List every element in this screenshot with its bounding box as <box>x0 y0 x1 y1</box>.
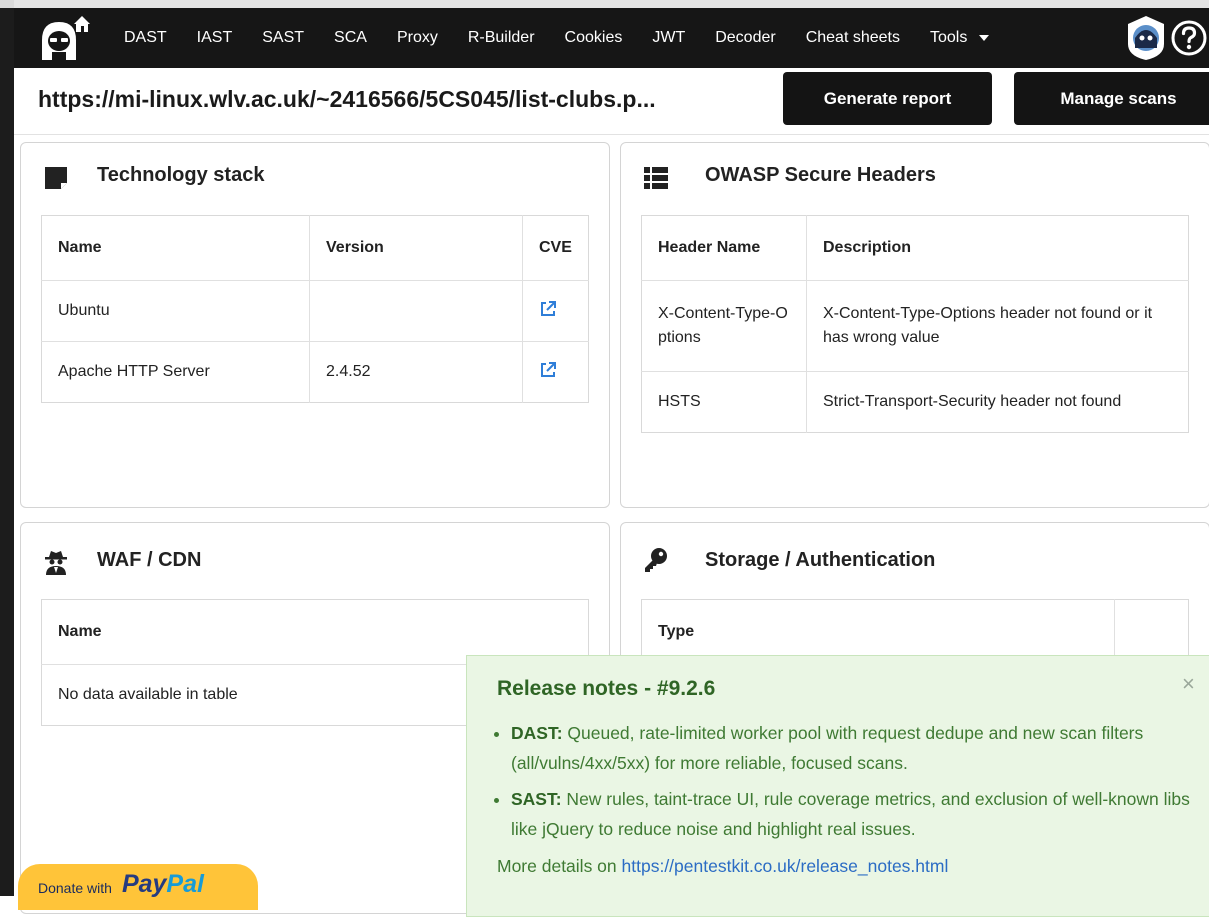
release-notes-list: DAST: Queued, rate-limited worker pool w… <box>497 718 1191 850</box>
close-icon[interactable]: × <box>1182 671 1195 697</box>
cell-cve <box>522 341 589 403</box>
nav-item-tools[interactable]: Tools <box>929 29 990 47</box>
spy-icon <box>45 551 67 575</box>
owasp-secure-headers-card: OWASP Secure Headers Header Name Descrip… <box>620 142 1209 508</box>
cell-name: Ubuntu <box>41 280 310 342</box>
release-more-details: More details on https://pentestkit.co.uk… <box>497 856 948 877</box>
nav-item-r-builder[interactable]: R-Builder <box>468 29 535 47</box>
storage-title: Storage / Authentication <box>705 549 936 571</box>
cell-header-name: X-Content-Type-Options <box>641 280 807 372</box>
column-header-header-name[interactable]: Header Name <box>641 215 807 281</box>
owasp-headers-table: Header Name Description X-Content-Type-O… <box>641 215 1189 433</box>
help-circle-icon[interactable] <box>1170 19 1208 57</box>
paypal-logo-part1: Pay <box>121 870 167 898</box>
generate-report-button[interactable]: Generate report <box>783 72 992 125</box>
top-strip <box>14 0 1209 8</box>
release-notes-title: Release notes - #9.2.6 <box>497 677 716 700</box>
key-icon <box>645 548 667 572</box>
cell-name: Apache HTTP Server <box>41 341 310 403</box>
release-item-text: Queued, rate-limited worker pool with re… <box>511 723 1144 773</box>
nav-item-proxy[interactable]: Proxy <box>397 29 438 47</box>
manage-scans-button[interactable]: Manage scans <box>1014 72 1209 125</box>
list-item: SAST: New rules, taint-trace UI, rule co… <box>511 784 1191 844</box>
table-row: Ubuntu <box>41 280 589 342</box>
sticky-note-icon <box>45 167 67 189</box>
list-item: DAST: Queued, rate-limited worker pool w… <box>511 718 1191 778</box>
more-details-prefix: More details on <box>497 856 622 876</box>
release-item-label: SAST: <box>511 789 562 809</box>
cell-version <box>309 280 523 342</box>
table-row: Apache HTTP Server 2.4.52 <box>41 341 589 403</box>
paypal-donate-button[interactable]: Donate with PayPal <box>18 864 258 910</box>
technology-stack-title: Technology stack <box>97 164 265 186</box>
column-header-version[interactable]: Version <box>309 215 523 281</box>
external-link-icon[interactable] <box>539 300 557 318</box>
release-notes-toast: Release notes - #9.2.6 × DAST: Queued, r… <box>466 655 1209 917</box>
nav-item-sast[interactable]: SAST <box>262 29 304 47</box>
owasp-title: OWASP Secure Headers <box>705 164 936 186</box>
scan-url-bar: https://mi-linux.wlv.ac.uk/~2416566/5CS0… <box>14 68 1209 135</box>
cell-header-name: HSTS <box>641 371 807 433</box>
table-row: HSTS Strict-Transport-Security header no… <box>641 371 1189 433</box>
nav-item-cheat-sheets[interactable]: Cheat sheets <box>806 29 900 47</box>
hacker-home-logo-icon[interactable] <box>34 14 94 62</box>
cell-description: Strict-Transport-Security header not fou… <box>806 371 1189 433</box>
release-item-label: DAST: <box>511 723 563 743</box>
external-link-icon[interactable] <box>539 361 557 379</box>
release-item-text: New rules, taint-trace UI, rule coverage… <box>511 789 1190 839</box>
nav-menu: DAST IAST SAST SCA Proxy R-Builder Cooki… <box>124 8 1019 68</box>
column-header-description[interactable]: Description <box>807 216 1189 281</box>
nav-item-jwt[interactable]: JWT <box>652 29 685 47</box>
hacker-mascot-icon[interactable] <box>1124 14 1168 62</box>
nav-item-cookies[interactable]: Cookies <box>565 29 623 47</box>
paypal-logo: PayPal <box>122 870 204 899</box>
table-header-row: Name Version CVE <box>41 215 589 281</box>
cell-description: X-Content-Type-Options header not found … <box>806 280 1189 372</box>
nav-item-dast[interactable]: DAST <box>124 29 167 47</box>
technology-stack-table: Name Version CVE Ubuntu Apache HTTP Serv… <box>41 215 589 403</box>
technology-stack-card: Technology stack Name Version CVE Ubuntu… <box>20 142 610 508</box>
column-header-cve[interactable]: CVE <box>523 216 589 281</box>
waf-cdn-title: WAF / CDN <box>97 549 202 571</box>
caret-down-icon <box>979 34 990 41</box>
cell-version: 2.4.52 <box>309 341 523 403</box>
table-header-row: Header Name Description <box>641 215 1189 281</box>
release-notes-link[interactable]: https://pentestkit.co.uk/release_notes.h… <box>622 856 949 876</box>
nav-item-decoder[interactable]: Decoder <box>715 29 775 47</box>
list-icon <box>644 167 668 189</box>
column-header-name[interactable]: Name <box>41 215 310 281</box>
cell-cve <box>522 280 589 342</box>
top-navbar: DAST IAST SAST SCA Proxy R-Builder Cooki… <box>14 8 1209 68</box>
tools-label: Tools <box>929 29 968 46</box>
paypal-logo-part2: Pal <box>166 870 204 898</box>
table-row: X-Content-Type-Options X-Content-Type-Op… <box>641 280 1189 372</box>
left-window-edge <box>0 0 14 896</box>
nav-item-sca[interactable]: SCA <box>334 29 367 47</box>
nav-item-iast[interactable]: IAST <box>197 29 233 47</box>
scan-url: https://mi-linux.wlv.ac.uk/~2416566/5CS0… <box>38 86 656 112</box>
donate-label: Donate with <box>38 880 112 896</box>
